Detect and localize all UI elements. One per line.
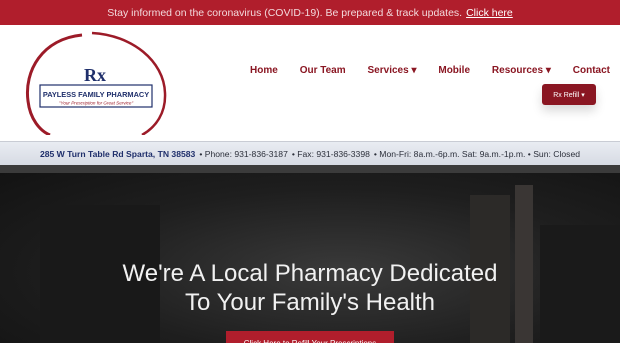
announcement-text: Stay informed on the coronavirus (COVID-…: [107, 6, 463, 19]
hero-line-1: We're A Local Pharmacy Dedicated: [122, 260, 498, 287]
contact-info-bar: 285 W Turn Table Rd Sparta, TN 38583 • P…: [0, 141, 620, 165]
refill-prescriptions-button[interactable]: Click Here to Refill Your Prescriptions: [226, 331, 394, 343]
hero-headline: We're A Local Pharmacy Dedicated To Your…: [0, 259, 620, 317]
nav-resources[interactable]: Resources ▾: [492, 65, 551, 76]
nav-our-team[interactable]: Our Team: [300, 65, 346, 76]
site-header: Rx PAYLESS FAMILY PHARMACY "Your Prescri…: [0, 25, 620, 141]
rx-refill-button[interactable]: Rx Refill ▾: [542, 84, 596, 105]
rx-mark: Rx: [84, 65, 106, 85]
hero-ceiling-strip: [0, 165, 620, 173]
address-link[interactable]: 285 W Turn Table Rd Sparta, TN 38583: [40, 149, 195, 159]
main-nav: Home Our Team Services ▾ Mobile Resource…: [250, 65, 610, 76]
store-hours: • Mon-Fri: 8a.m.-6p.m. Sat: 9a.m.-1p.m. …: [373, 148, 581, 159]
nav-contact[interactable]: Contact: [573, 65, 610, 76]
hero-line-2: To Your Family's Health: [184, 289, 436, 316]
svg-text:Rx: Rx: [84, 65, 106, 85]
nav-home[interactable]: Home: [250, 65, 278, 76]
fax-number: • Fax: 931-836-3398: [291, 148, 370, 159]
logo-tagline: "Your Prescription for Great Service": [59, 101, 134, 106]
phone-number[interactable]: • Phone: 931-836-3187: [199, 149, 288, 159]
pharmacy-logo[interactable]: Rx PAYLESS FAMILY PHARMACY "Your Prescri…: [22, 31, 168, 135]
logo-name: PAYLESS FAMILY PHARMACY: [43, 90, 149, 99]
announcement-bar: Stay informed on the coronavirus (COVID-…: [0, 0, 620, 25]
nav-mobile[interactable]: Mobile: [438, 65, 470, 76]
nav-services[interactable]: Services ▾: [368, 65, 417, 76]
announcement-link[interactable]: Click here: [466, 7, 513, 19]
hero-banner: We're A Local Pharmacy Dedicated To Your…: [0, 165, 620, 343]
